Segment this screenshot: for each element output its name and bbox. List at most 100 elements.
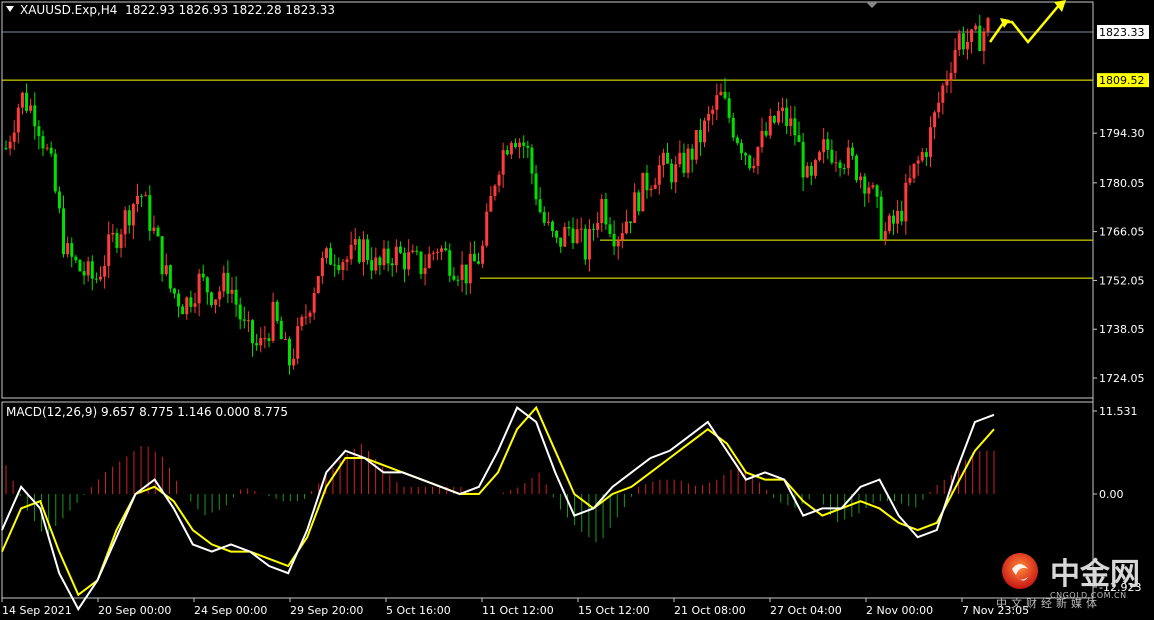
- dropdown-triangle-icon[interactable]: [6, 6, 14, 12]
- candle-body: [604, 199, 608, 225]
- candle-body: [234, 289, 238, 305]
- candle-body: [78, 260, 82, 272]
- candle-body: [464, 264, 468, 284]
- candle-body: [493, 185, 497, 196]
- candle-body: [222, 272, 226, 292]
- candle-body: [875, 185, 879, 197]
- candle-body: [563, 227, 567, 247]
- candle-body: [579, 228, 583, 230]
- candle-body: [378, 257, 382, 266]
- macd-header: MACD(12,26,9) 9.657 8.775 1.146 0.000 8.…: [6, 405, 288, 419]
- candle-body: [608, 224, 612, 234]
- candle-body: [513, 143, 517, 148]
- candle-body: [316, 276, 320, 294]
- candle-body: [456, 279, 460, 281]
- candle-body: [752, 165, 756, 169]
- candle-body: [970, 29, 974, 42]
- candle-body: [320, 257, 324, 277]
- candle-body: [965, 41, 969, 50]
- time-tick-label: 24 Sep 00:00: [194, 604, 267, 617]
- candle-body: [838, 162, 842, 169]
- candle-body: [801, 141, 805, 178]
- candle-body: [201, 273, 205, 278]
- candle-body: [160, 236, 164, 275]
- candle-body: [842, 168, 846, 170]
- candle-body: [760, 130, 764, 148]
- candle-body: [123, 210, 127, 235]
- candle-body: [111, 232, 115, 235]
- candle-body: [694, 130, 698, 160]
- candle-body: [744, 153, 748, 156]
- candle-body: [937, 102, 941, 113]
- candle-body: [394, 246, 398, 266]
- candle-body: [4, 148, 8, 150]
- candle-body: [70, 243, 74, 257]
- candle-body: [472, 253, 476, 262]
- candle-body: [941, 85, 945, 103]
- candle-body: [727, 98, 731, 118]
- candle-body: [534, 173, 538, 200]
- candle-body: [324, 248, 328, 258]
- candle-body: [785, 107, 789, 127]
- candle-body: [357, 239, 361, 263]
- candle-body: [103, 265, 107, 277]
- candle-body: [649, 188, 653, 191]
- candle-body: [283, 339, 287, 341]
- candle-body: [333, 264, 337, 266]
- candle-body: [20, 92, 24, 108]
- candle-body: [53, 153, 57, 192]
- candle-body: [152, 227, 156, 231]
- candle-body: [193, 303, 197, 307]
- candle-body: [226, 272, 230, 294]
- candle-body: [279, 320, 283, 340]
- candle-body: [300, 316, 304, 327]
- candle-body: [181, 306, 185, 315]
- candle-body: [859, 176, 863, 181]
- candle-body: [119, 234, 123, 248]
- candle-body: [949, 72, 953, 81]
- candle-body: [29, 105, 33, 111]
- candle-body: [633, 192, 637, 223]
- time-tick-label: 21 Oct 08:00: [674, 604, 746, 617]
- candle-body: [62, 208, 66, 255]
- candle-body: [341, 262, 345, 271]
- candle-body: [485, 211, 489, 246]
- candle-body: [624, 221, 628, 234]
- candle-body: [904, 182, 908, 222]
- candle-body: [986, 18, 990, 32]
- candle-body: [185, 297, 189, 315]
- candle-body: [415, 250, 419, 252]
- candle-body: [772, 115, 776, 123]
- candle-body: [86, 261, 90, 276]
- candle-body: [197, 273, 201, 304]
- candle-body: [928, 127, 932, 157]
- candle-body: [575, 229, 579, 244]
- current-price-label: 1823.33: [1099, 26, 1145, 39]
- candle-body: [571, 228, 575, 244]
- candle-body: [41, 136, 45, 149]
- time-tick-label: 29 Sep 20:00: [290, 604, 363, 617]
- candle-body: [912, 163, 916, 179]
- candle-body: [66, 243, 70, 255]
- candle-body: [209, 292, 213, 305]
- candle-body: [891, 215, 895, 224]
- candle-body: [329, 248, 333, 265]
- candle-body: [374, 257, 378, 271]
- candle-body: [296, 326, 300, 359]
- candle-body: [292, 358, 296, 366]
- candle-body: [871, 185, 875, 188]
- candle-body: [855, 155, 859, 181]
- candle-body: [382, 248, 386, 266]
- candle-body: [682, 152, 686, 173]
- candle-body: [846, 147, 850, 169]
- candle-body: [764, 130, 768, 136]
- chart-canvas: 1823.33 1809.52 1794.30 1780.05 1766.05 1752.…: [1, 0, 1149, 617]
- candle-body: [587, 228, 591, 260]
- macd-tick-label: 0.00: [1099, 488, 1124, 501]
- candle-body: [127, 210, 131, 226]
- candle-body: [135, 195, 139, 205]
- candle-body: [288, 339, 292, 366]
- candle-body: [168, 265, 172, 289]
- candle-body: [312, 293, 316, 313]
- candle-body: [501, 150, 505, 175]
